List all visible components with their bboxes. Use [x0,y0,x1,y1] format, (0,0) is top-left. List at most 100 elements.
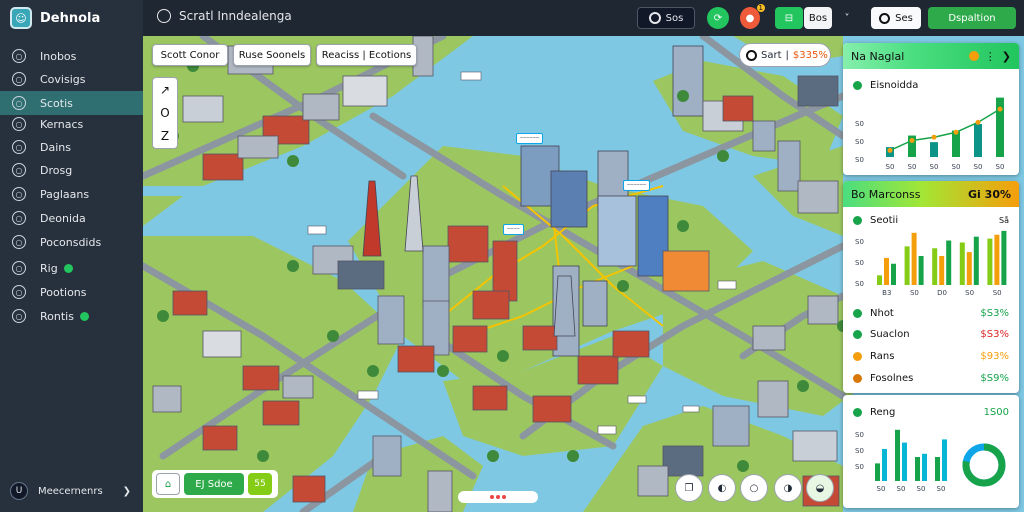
sidebar-item-7[interactable]: ○ Deonida [0,206,143,230]
map-filter-chip-2[interactable]: Ruse Soonels [233,44,311,66]
range-chart: S0 S0 S0 S0 [875,429,947,493]
leaf-icon: ◒ [815,482,825,494]
draw-tool-button[interactable]: ↗ [160,83,170,97]
bar [973,236,979,285]
page-title: Scratl Inndealenga [179,9,292,23]
range-legend: Reng 1S00 [853,407,1009,418]
sidebar-item-10[interactable]: ○ Pootions [0,280,143,304]
legend-dot [853,216,862,225]
bar [895,429,900,481]
nav-icon: ○ [12,163,26,177]
bar [915,457,920,481]
nav-icon: ○ [12,235,26,249]
refresh-button[interactable]: ⟳ [707,7,729,29]
metric-row[interactable]: Rans $93% [853,351,1009,362]
x-tick: S0 [897,485,906,493]
bar [882,449,887,481]
line-point [909,138,915,143]
sidebar-item-0[interactable]: ○ Inobos [0,44,143,68]
map-round-button-3[interactable]: ○ [740,474,768,502]
bar [996,97,1004,157]
x-tick: S0 [965,289,974,297]
map-round-button-4[interactable]: ◑ [774,474,802,502]
x-tick: S0 [974,163,983,171]
x-tick: S0 [952,163,961,171]
sidebar-item-11[interactable]: ○ Rontis [0,304,143,328]
sidebar-item-label: Rig [40,261,58,275]
sidebar-item-label: Rontis [40,309,74,323]
sidebar-item-label: Paglaans [40,187,90,201]
metric-row[interactable]: Suaclon $S3% [853,329,1009,340]
map-filter-chip-1[interactable]: Scott Conor [152,44,228,66]
map-marker-label-3[interactable]: ‒‒‒‒ [503,224,524,235]
summary-chevron-icon[interactable]: ❯ [1002,50,1011,63]
map-marker-label-2[interactable]: ‒‒‒‒‒‒ [623,180,651,191]
map-status-pill[interactable]: Sart | $335% [739,43,831,67]
bar [974,124,982,157]
zoom-tool-button[interactable]: Z [161,129,169,143]
zoom-button[interactable]: Sos [637,7,695,29]
sidebar-item-4[interactable]: ○ Dains [0,135,143,159]
sidebar-item-6[interactable]: ○ Paglaans [0,182,143,206]
bar [935,457,940,481]
metrics-chart: B3 S0 D0 S0 S0 [877,230,1007,297]
range-legend-label: Reng [870,407,896,418]
x-tick: S0 [917,485,926,493]
summary-chart: S0 S0 S0 S0 S0 S0 [886,97,1005,171]
app-name: Dehnola [40,10,101,26]
metric-dot [853,352,862,361]
primary-action-label: Dspaltion [948,12,996,24]
x-tick: S0 [996,163,1005,171]
sidebar-item-3[interactable]: ○ Kernacs [0,112,143,136]
metric-row[interactable]: Nhot $S3% [853,308,1009,319]
notifications-button[interactable]: ● 1 [740,4,765,29]
map-round-button-5[interactable]: ◒ [806,474,834,502]
more-dropdown[interactable]: ˅ [839,7,855,29]
y-tick: S0 [855,238,864,246]
metric-dot [853,309,862,318]
sidebar-item-8[interactable]: ○ Poconsdids [0,230,143,254]
bar [932,248,938,285]
summary-menu-icon[interactable]: ⋮ [985,50,996,63]
user-name: Meecernenrs [38,485,103,497]
search-icon [879,12,891,24]
sidebar-footer[interactable]: U Meecernenrs ❯ [0,478,143,504]
map-count-badge[interactable]: 55 [248,473,272,495]
metric-row[interactable]: Fosolnes $S9% [853,373,1009,384]
sidebar-item-label: Kernacs [40,117,84,131]
search-button[interactable]: Ses [871,7,921,29]
metric-value: $S3% [980,308,1009,319]
layer-toggle-a[interactable]: ⊟ [775,7,803,29]
chevron-down-icon: ˅ [844,12,850,24]
nav-icon: ○ [12,96,26,110]
map-marker-label-1[interactable]: ‒‒‒‒‒‒ [516,133,544,144]
bar [904,246,910,285]
map-mode-button[interactable]: EJ Sdoe [184,473,244,495]
nav-icon: ○ [12,309,26,323]
bar [891,263,896,285]
circle-tool-button[interactable]: O [160,106,169,120]
sidebar-item-9[interactable]: ○ Rig [0,256,143,280]
map-round-button-1[interactable]: ❐ [675,474,703,502]
summary-panel: Na Naglal ⋮ ❯ Eisnoidda S0 S0 S0 S0 S0 S0 S… [843,43,1019,175]
sidebar-item-1[interactable]: ○ Covisigs [0,67,143,91]
map-round-button-2[interactable]: ◐ [708,474,736,502]
y-tick: S0 [855,280,864,288]
scale-dot [490,495,494,499]
nav-badge [79,311,89,321]
layer-toggle-b[interactable]: Bos [804,7,832,29]
y-tick: S0 [855,431,864,439]
sidebar-item-5[interactable]: ○ Drosg [0,158,143,182]
frame-icon: ❐ [684,482,694,494]
line-point [997,106,1003,112]
home-view-button[interactable]: ⌂ [156,473,180,495]
summary-panel-header: Na Naglal ⋮ ❯ [843,43,1019,69]
brand[interactable]: ☺ Dehnola [0,0,143,36]
primary-action-button[interactable]: Dspaltion [928,7,1016,29]
nav-icon: ○ [12,72,26,86]
sidebar-item-label: Dains [40,140,71,154]
bar [987,238,993,285]
map-filter-chip-3[interactable]: Reaciss | Ecotions [316,44,417,66]
pin-icon: ◐ [717,482,727,494]
metric-dot [853,374,862,383]
